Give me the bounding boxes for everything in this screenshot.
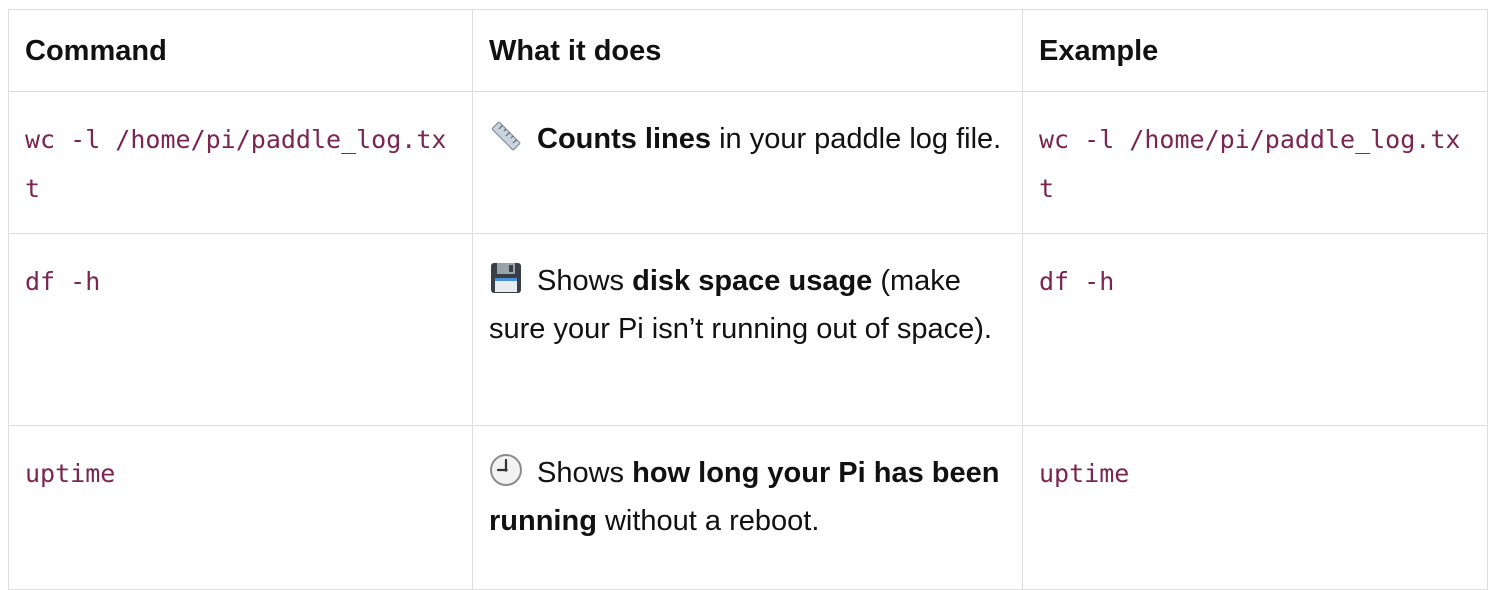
description-cell: Shows disk space usage (make sure your P…	[472, 233, 1023, 426]
header-example: Example	[1022, 9, 1488, 92]
table-header-row: Command What it does Example	[8, 9, 1488, 92]
table-row: df -h Shows disk space usage (make sure …	[8, 233, 1488, 426]
example-code: uptime	[1039, 459, 1130, 488]
command-cell: wc -l /home/pi/paddle_log.txt	[8, 91, 473, 234]
command-cell: df -h	[8, 233, 473, 426]
table-row: wc -l /home/pi/paddle_log.txt Counts lin…	[8, 91, 1488, 234]
example-code: wc -l /home/pi/paddle_log.txt	[1039, 125, 1461, 203]
description-text: without a reboot.	[596, 505, 820, 537]
clock-icon	[490, 454, 522, 486]
description-cell: Counts lines in your paddle log file.	[472, 91, 1023, 234]
example-cell: uptime	[1022, 425, 1488, 590]
description-cell: Shows how long your Pi has been running …	[472, 425, 1023, 590]
table-row: uptime Shows how long your Pi has been r…	[8, 425, 1488, 590]
description-bold: disk space usage	[632, 265, 873, 297]
command-code: df -h	[25, 267, 101, 296]
example-code: df -h	[1039, 267, 1115, 296]
command-code: uptime	[25, 459, 116, 488]
commands-table-container: Command What it does Example wc -l /home…	[8, 9, 1488, 590]
command-cell: uptime	[8, 425, 473, 590]
header-what-it-does: What it does	[472, 9, 1023, 92]
description-text: Shows	[537, 457, 633, 489]
commands-table: Command What it does Example wc -l /home…	[8, 9, 1488, 590]
floppy-disk-icon	[491, 263, 521, 293]
ruler-icon	[491, 121, 521, 151]
example-cell: wc -l /home/pi/paddle_log.txt	[1022, 91, 1488, 234]
description-bold: Counts lines	[537, 123, 712, 155]
command-code: wc -l /home/pi/paddle_log.txt	[25, 125, 447, 203]
description-text: in your paddle log file.	[711, 123, 1002, 155]
example-cell: df -h	[1022, 233, 1488, 426]
description-text: Shows	[537, 265, 633, 297]
header-command: Command	[8, 9, 473, 92]
